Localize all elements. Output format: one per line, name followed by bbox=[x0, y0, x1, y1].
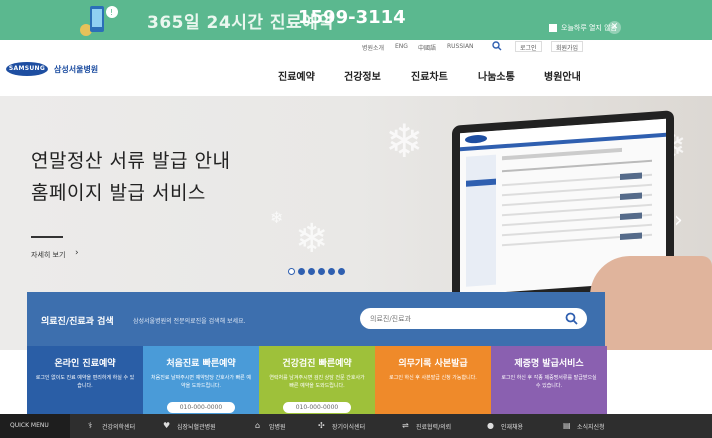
doctor-search-panel: 의료진/진료과 검색 삼성서울병원의 전문의료진을 검색해 보세요. bbox=[27, 292, 605, 346]
svg-text:!: ! bbox=[110, 8, 113, 17]
util-link-about[interactable]: 병원소개 bbox=[362, 43, 384, 52]
phone-input[interactable]: 010-000-0000 bbox=[167, 402, 235, 413]
slide-dot[interactable] bbox=[298, 268, 305, 275]
card-health-checkup[interactable]: 건강검진 빠른예약 연락처를 남겨주시면 검진 상담 전문 간호사가 빠른 예약… bbox=[259, 346, 375, 414]
top-promo-banner[interactable]: ! 365일 24시간 진료예약 1599-3114 오늘하루 열지 않음 ✕ bbox=[0, 0, 712, 40]
snowflake-decoration: ❄ bbox=[385, 114, 424, 168]
doctor-search-input[interactable] bbox=[370, 312, 560, 325]
quick-heart-brain[interactable]: 심장뇌혈관병원 bbox=[177, 422, 216, 431]
slide-dot[interactable] bbox=[318, 268, 325, 275]
quick-recruit[interactable]: 인재채용 bbox=[501, 422, 523, 431]
slide-dot[interactable] bbox=[338, 268, 345, 275]
join-button[interactable]: 회원가입 bbox=[551, 41, 584, 52]
card-title: 온라인 진료예약 bbox=[54, 359, 116, 369]
card-title: 의무기록 사본발급 bbox=[398, 359, 468, 369]
hero-divider bbox=[31, 236, 63, 238]
card-title: 제증명 발급서비스 bbox=[514, 359, 584, 369]
stethoscope-icon: ⚕ bbox=[88, 421, 93, 430]
transplant-icon: ✣ bbox=[318, 421, 325, 430]
hero-title-line1: 연말정산 서류 발급 안내 bbox=[31, 150, 231, 172]
search-panel-description: 삼성서울병원의 전문의료진을 검색해 보세요. bbox=[133, 318, 246, 325]
card-online-reservation[interactable]: 온라인 진료예약 로그인 없이도 진료 예약을 편리하게 하실 수 있습니다. bbox=[27, 346, 143, 414]
slide-dot[interactable] bbox=[328, 268, 335, 275]
util-link-russian[interactable]: RUSSIAN bbox=[447, 43, 474, 50]
heart-icon: ♥ bbox=[163, 421, 171, 430]
quick-menu-label[interactable]: QUICK MENU bbox=[0, 414, 70, 438]
search-box[interactable] bbox=[360, 308, 587, 329]
banner-phone-number: 1599-3114 bbox=[298, 7, 406, 28]
card-title: 처음진료 빠른예약 bbox=[166, 359, 236, 369]
card-description: 로그인 하신 후 각종 제증명서류를 발급받으실 수 있습니다. bbox=[501, 375, 597, 389]
login-button[interactable]: 로그인 bbox=[515, 41, 542, 52]
card-certificate[interactable]: 제증명 발급서비스 로그인 하신 후 각종 제증명서류를 발급받으실 수 있습니… bbox=[491, 346, 607, 414]
next-slide-icon[interactable]: › bbox=[674, 208, 683, 233]
hero-more-link[interactable]: 자세히 보기 bbox=[31, 250, 65, 260]
snowflake-decoration: ❄ bbox=[270, 208, 284, 227]
search-icon[interactable] bbox=[565, 312, 578, 325]
card-description: 로그인 하신 후 사본발급 신청 가능합니다. bbox=[389, 375, 477, 381]
quick-cancer-hospital[interactable]: 암병원 bbox=[269, 422, 286, 431]
site-header: SAMSUNG 삼성서울병원 병원소개 ENG 中國語 RUSSIAN 로그인 … bbox=[0, 40, 712, 96]
card-description: 로그인 없이도 진료 예약을 편리하게 하실 수 있습니다. bbox=[35, 375, 135, 389]
snowflake-decoration: ❄ bbox=[295, 216, 329, 262]
quick-health-center[interactable]: 건강의학센터 bbox=[102, 422, 135, 431]
slide-dot[interactable] bbox=[288, 268, 295, 275]
card-title: 건강검진 빠른예약 bbox=[282, 359, 352, 369]
newsletter-icon: ▤ bbox=[563, 421, 571, 430]
card-first-visit[interactable]: 처음진료 빠른예약 처음진료 날짜주시면 예약담당 간호사가 빠른 예약을 도와… bbox=[143, 346, 259, 414]
phone-input[interactable]: 010-000-0000 bbox=[283, 402, 351, 413]
card-description: 처음진료 날짜주시면 예약담당 간호사가 빠른 예약을 도와드립니다. bbox=[151, 375, 251, 389]
gnb-reservation[interactable]: 진료예약 bbox=[278, 68, 315, 83]
quick-newsletter[interactable]: 소식지신청 bbox=[577, 422, 605, 431]
hero-title-line2: 홈페이지 발급 서비스 bbox=[31, 182, 206, 204]
search-panel-title: 의료진/진료과 검색 bbox=[41, 317, 114, 327]
util-link-eng[interactable]: ENG bbox=[395, 43, 408, 50]
home-icon: ⌂ bbox=[255, 421, 261, 430]
person-icon: ● bbox=[487, 421, 494, 430]
close-icon[interactable]: ✕ bbox=[608, 21, 621, 34]
gnb-health-info[interactable]: 건강정보 bbox=[344, 68, 381, 83]
gnb-sharing[interactable]: 나눔소통 bbox=[478, 68, 515, 83]
chevron-right-icon[interactable]: › bbox=[75, 248, 79, 258]
card-description: 연락처를 남겨주시면 검진 상담 전문 간호사가 빠른 예약을 도와드립니다. bbox=[269, 375, 365, 389]
hide-today-checkbox[interactable] bbox=[549, 24, 557, 32]
hospital-name-logo[interactable]: 삼성서울병원 bbox=[54, 64, 98, 75]
gnb-medical-chart[interactable]: 진료차트 bbox=[411, 68, 448, 83]
quick-transplant-center[interactable]: 장기이식센터 bbox=[332, 422, 365, 431]
quick-menu-bar: QUICK MENU ⚕ 건강의학센터 ♥ 심장뇌혈관병원 ⌂ 암병원 ✣ 장기… bbox=[0, 414, 712, 438]
gnb-hospital-guide[interactable]: 병원안내 bbox=[544, 68, 581, 83]
quick-referral[interactable]: 진료협력/의뢰 bbox=[416, 422, 451, 431]
util-link-chinese[interactable]: 中國語 bbox=[418, 43, 436, 52]
card-medical-record[interactable]: 의무기록 사본발급 로그인 하신 후 사본발급 신청 가능합니다. bbox=[375, 346, 491, 414]
hand-image bbox=[590, 256, 712, 350]
slide-dot[interactable] bbox=[308, 268, 315, 275]
phone-icon: ! bbox=[80, 6, 118, 36]
search-icon[interactable] bbox=[492, 41, 502, 51]
samsung-logo[interactable]: SAMSUNG bbox=[6, 62, 48, 76]
handshake-icon: ⇌ bbox=[402, 421, 409, 430]
